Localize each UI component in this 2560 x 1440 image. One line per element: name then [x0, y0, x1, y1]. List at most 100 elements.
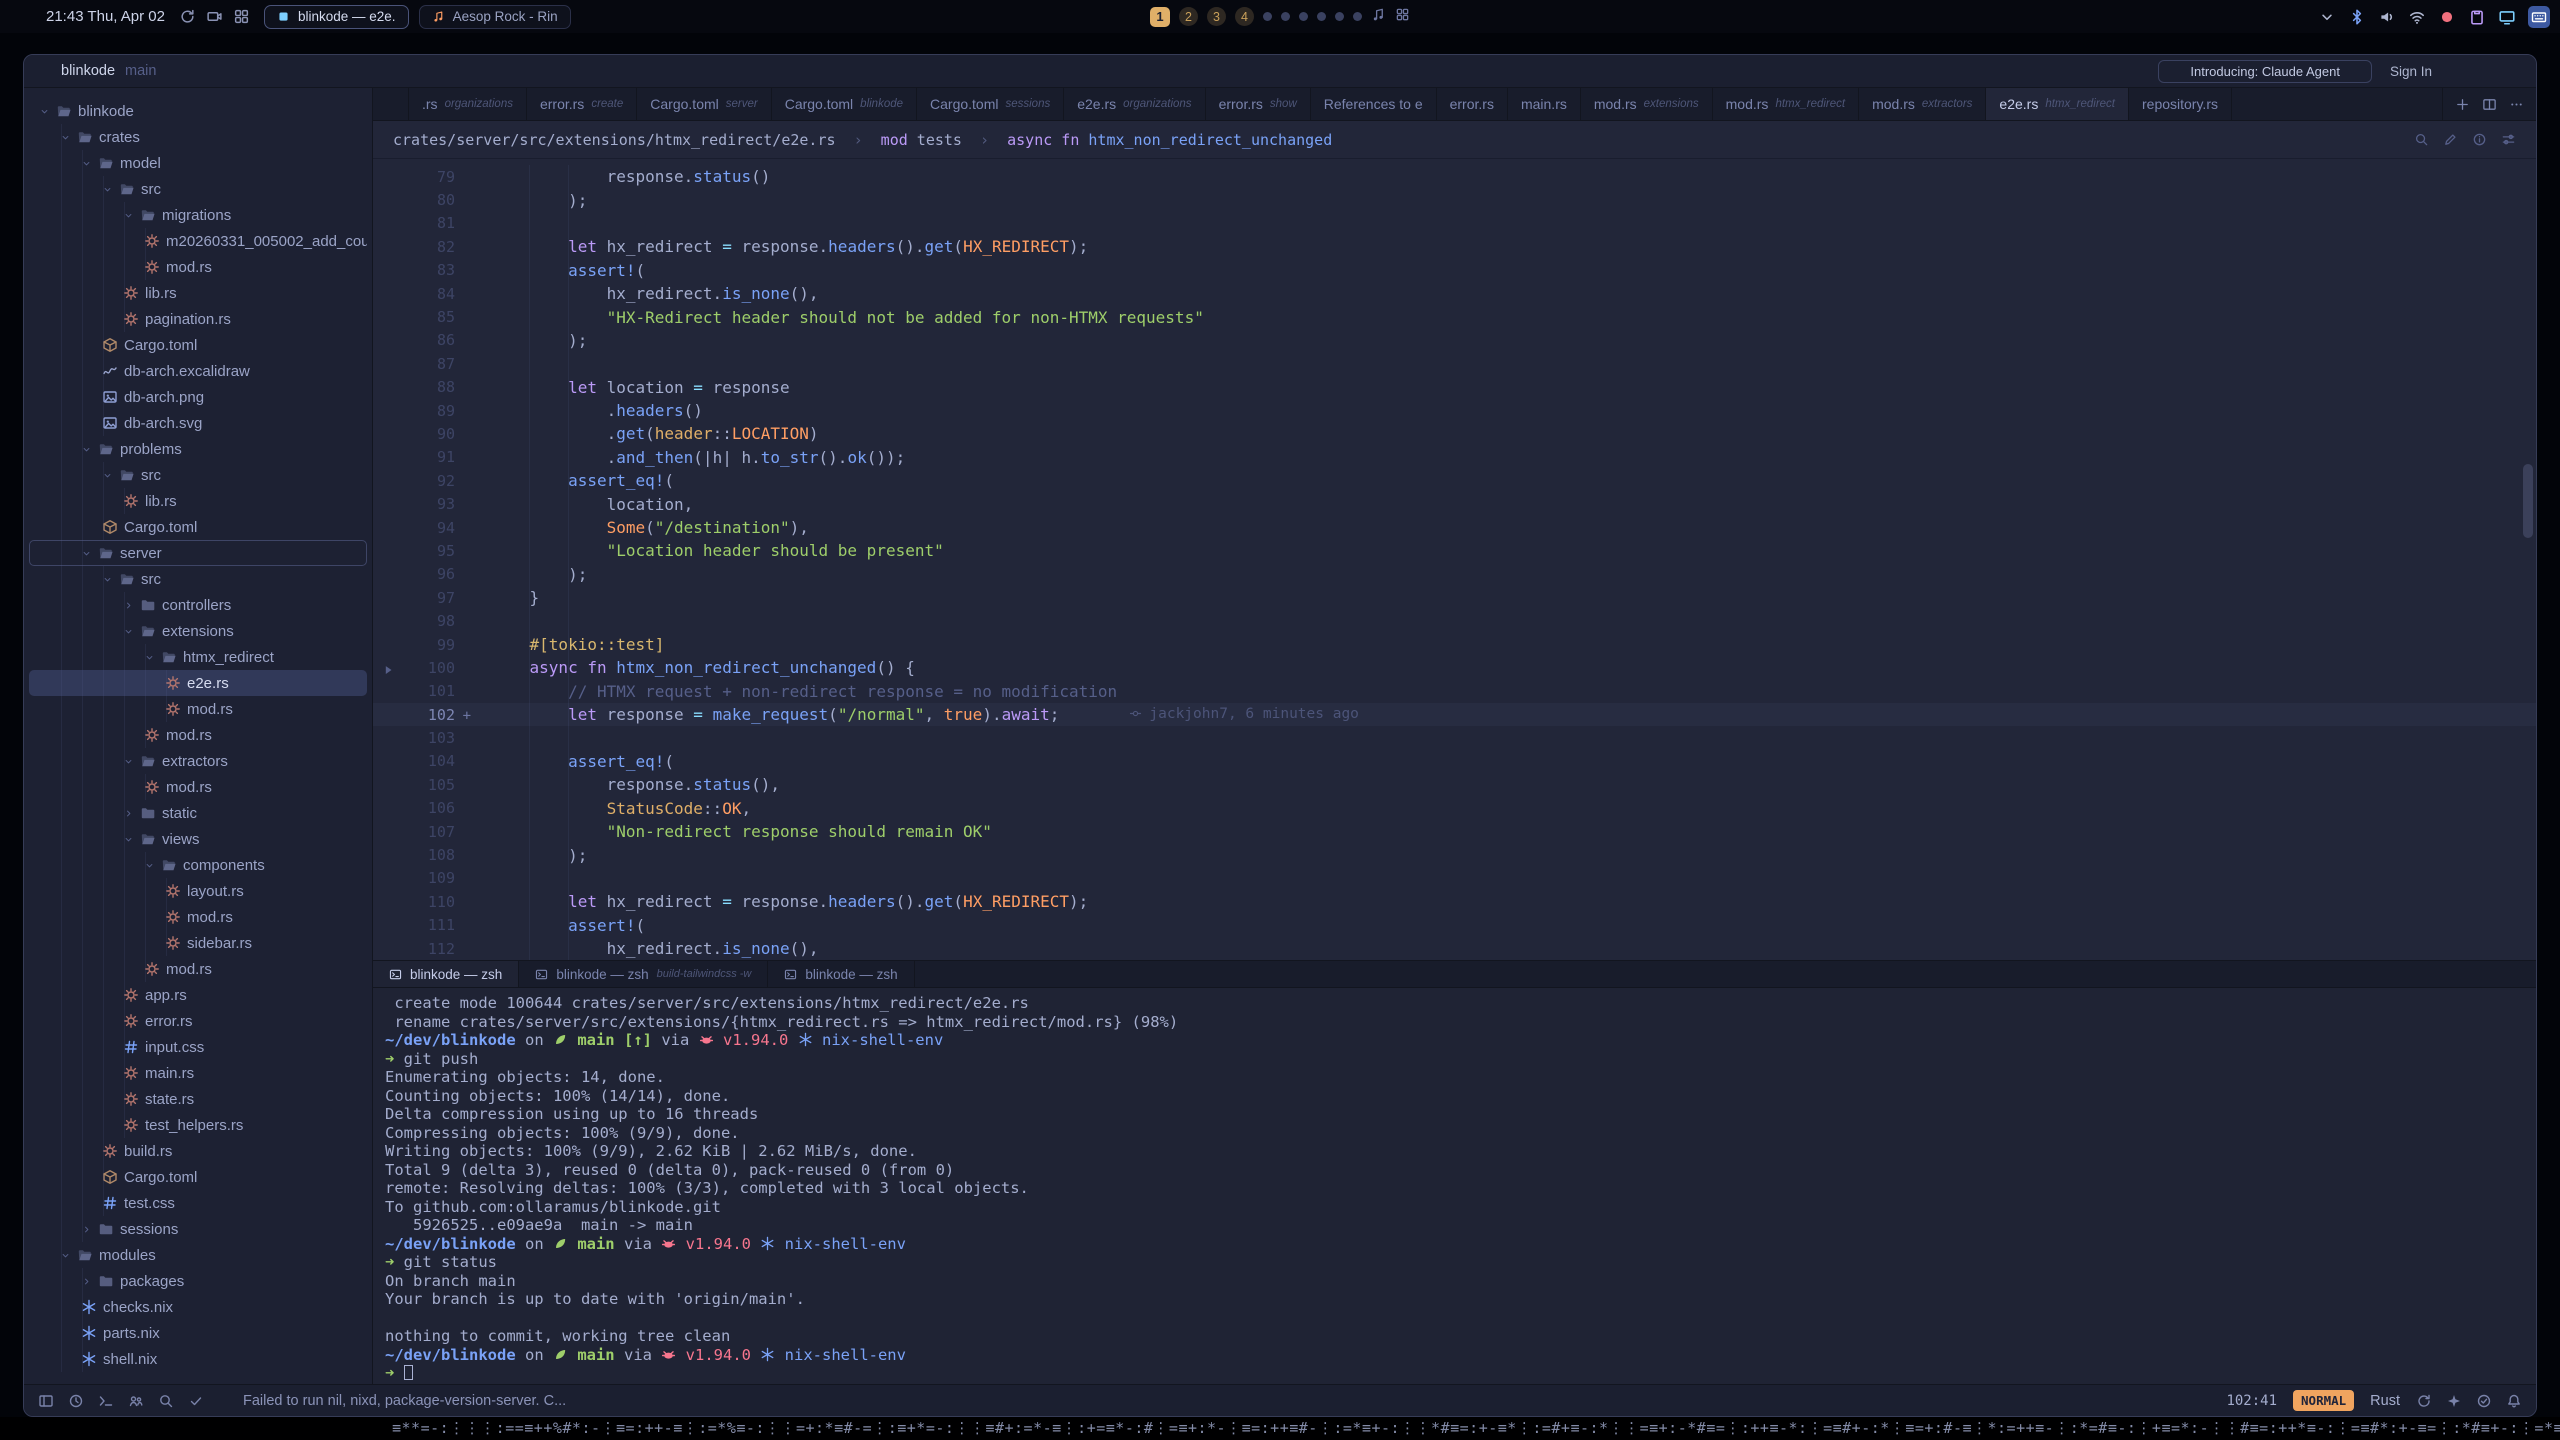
code-line-94[interactable]: 94 Some("/destination"), [373, 516, 2536, 539]
code-line-103[interactable]: 103 [373, 726, 2536, 749]
workspace-extra[interactable] [1395, 7, 1410, 26]
code-line-105[interactable]: 105 response.status(), [373, 773, 2536, 796]
tree-item-views[interactable]: views [29, 826, 367, 852]
code-line-82[interactable]: 82 let hx_redirect = response.headers().… [373, 235, 2536, 258]
code-line-81[interactable]: 81 [373, 212, 2536, 235]
check-icon[interactable] [188, 1393, 204, 1409]
tab-e2e-rs[interactable]: e2e.rshtmx_redirect [1986, 88, 2129, 120]
bell-icon[interactable] [2506, 1393, 2522, 1409]
code-line-101[interactable]: 101 // HTMX request + non-redirect respo… [373, 680, 2536, 703]
code-line-84[interactable]: 84 hx_redirect.is_none(), [373, 282, 2536, 305]
code-line-110[interactable]: 110 let hx_redirect = response.headers()… [373, 890, 2536, 913]
tab-error-rs[interactable]: error.rscreate [527, 88, 637, 120]
terminal-tab[interactable]: blinkode — zshbuild-tailwindcss -w [519, 961, 768, 987]
workspace-dot[interactable] [1299, 12, 1308, 21]
settings-icon[interactable] [2501, 132, 2516, 147]
tree-item-src[interactable]: src [29, 462, 367, 488]
workspace-4[interactable]: 4 [1235, 7, 1254, 26]
tree-item-build-rs[interactable]: build.rs [29, 1138, 367, 1164]
volume-icon[interactable] [2378, 8, 2396, 26]
terminal-tab[interactable]: blinkode — zsh [373, 961, 519, 987]
code-line-89[interactable]: 89 .headers() [373, 399, 2536, 422]
tab-mod-rs[interactable]: mod.rsextensions [1581, 88, 1713, 120]
more-icon[interactable] [2509, 97, 2524, 112]
sign-in-button[interactable]: Sign In [2390, 64, 2432, 79]
tab-repository-rs[interactable]: repository.rs [2129, 88, 2232, 120]
tree-item-mod-rs[interactable]: mod.rs [29, 774, 367, 800]
code-line-95[interactable]: 95 "Location header should be present" [373, 539, 2536, 562]
tab-e2e-rs[interactable]: e2e.rsorganizations [1064, 88, 1205, 120]
code-line-85[interactable]: 85 "HX-Redirect header should not be add… [373, 305, 2536, 328]
maximize-icon[interactable] [2480, 64, 2494, 78]
tree-item-mod-rs[interactable]: mod.rs [29, 904, 367, 930]
tab-cargo-toml[interactable]: Cargo.tomlblinkode [772, 88, 917, 120]
code-line-87[interactable]: 87 [373, 352, 2536, 375]
tab-references-to-e[interactable]: References to e [1311, 88, 1437, 120]
tree-item-extractors[interactable]: extractors [29, 748, 367, 774]
tree-item-parts-nix[interactable]: parts.nix [29, 1320, 367, 1346]
tree-item-layout-rs[interactable]: layout.rs [29, 878, 367, 904]
workspace-dot[interactable] [1281, 12, 1290, 21]
tab-cargo-toml[interactable]: Cargo.tomlsessions [917, 88, 1064, 120]
workspace-dot[interactable] [1263, 12, 1272, 21]
tree-item-state-rs[interactable]: state.rs [29, 1086, 367, 1112]
code-line-109[interactable]: 109 [373, 867, 2536, 890]
tree-item-mod-rs[interactable]: mod.rs [29, 722, 367, 748]
tab-mod-rs[interactable]: mod.rsextractors [1859, 88, 1986, 120]
project-name[interactable]: blinkode [61, 63, 115, 79]
tree-item-cargo-toml[interactable]: Cargo.toml [29, 514, 367, 540]
record-icon[interactable] [2438, 8, 2456, 26]
workspace-active[interactable]: 1 [1150, 7, 1170, 27]
code-line-80[interactable]: 80 ); [373, 188, 2536, 211]
tree-item-db-arch-svg[interactable]: db-arch.svg [29, 410, 367, 436]
sparkle-icon[interactable] [2446, 1393, 2462, 1409]
diagnostics-icon[interactable] [2476, 1393, 2492, 1409]
tree-item-controllers[interactable]: controllers [29, 592, 367, 618]
lsp-warning[interactable]: Failed to run nil, nixd, package-version… [220, 1393, 566, 1409]
tree-item-extensions[interactable]: extensions [29, 618, 367, 644]
workspace-3[interactable]: 3 [1207, 7, 1226, 26]
code-line-112[interactable]: 112 hx_redirect.is_none(), [373, 937, 2536, 960]
bluetooth-icon[interactable] [2348, 8, 2366, 26]
code-line-100[interactable]: 100 async fn htmx_non_redirect_unchanged… [373, 656, 2536, 679]
tree-item-packages[interactable]: packages [29, 1268, 367, 1294]
terminal[interactable]: create mode 100644 crates/server/src/ext… [373, 988, 2536, 1384]
branch-name[interactable]: main [125, 63, 156, 79]
code-line-91[interactable]: 91 .and_then(|h| h.to_str().ok()); [373, 446, 2536, 469]
workspace-extra[interactable] [1371, 7, 1386, 26]
code-line-111[interactable]: 111 assert!( [373, 914, 2536, 937]
tree-item-mod-rs[interactable]: mod.rs [29, 956, 367, 982]
clipboard-icon[interactable] [2468, 8, 2486, 26]
play-icon[interactable] [381, 663, 395, 677]
tree-item-htmx-redirect[interactable]: htmx_redirect [29, 644, 367, 670]
keyboard-icon[interactable] [2528, 6, 2550, 28]
tab-mod-rs[interactable]: mod.rshtmx_redirect [1713, 88, 1859, 120]
tree-item-components[interactable]: components [29, 852, 367, 878]
code-line-107[interactable]: 107 "Non-redirect response should remain… [373, 820, 2536, 843]
launcher-icon[interactable] [10, 6, 32, 28]
update-icon[interactable] [179, 8, 196, 25]
tab-error-rs[interactable]: error.rs [1437, 88, 1508, 120]
nav-back-button[interactable] [373, 88, 409, 120]
tree-item-blinkode[interactable]: blinkode [29, 98, 367, 124]
terminal-panel-icon[interactable] [98, 1393, 114, 1409]
search-icon[interactable] [2414, 132, 2429, 147]
tree-item-lib-rs[interactable]: lib.rs [29, 488, 367, 514]
workspace-dot[interactable] [1335, 12, 1344, 21]
promo-banner[interactable]: Introducing: Claude Agent [2158, 60, 2372, 83]
update-icon[interactable] [2416, 1393, 2432, 1409]
display-icon[interactable] [2498, 8, 2516, 26]
language-selector[interactable]: Rust [2370, 1393, 2400, 1409]
code-line-102[interactable]: 102+ let response = make_request("/norma… [373, 703, 2536, 726]
tree-item-model[interactable]: model [29, 150, 367, 176]
tree-item-m20260331-005002-add-cours[interactable]: m20260331_005002_add_cours [29, 228, 367, 254]
code-line-99[interactable]: 99 #[tokio::test] [373, 633, 2536, 656]
tree-item-problems[interactable]: problems [29, 436, 367, 462]
code-line-92[interactable]: 92 assert_eq!( [373, 469, 2536, 492]
terminal-tab[interactable]: blinkode — zsh [768, 961, 914, 987]
tree-item-main-rs[interactable]: main.rs [29, 1060, 367, 1086]
clock[interactable]: 21:43 Thu, Apr 02 [46, 8, 165, 25]
tree-item-cargo-toml[interactable]: Cargo.toml [29, 332, 367, 358]
tree-item-app-rs[interactable]: app.rs [29, 982, 367, 1008]
close-icon[interactable] [2348, 65, 2361, 78]
